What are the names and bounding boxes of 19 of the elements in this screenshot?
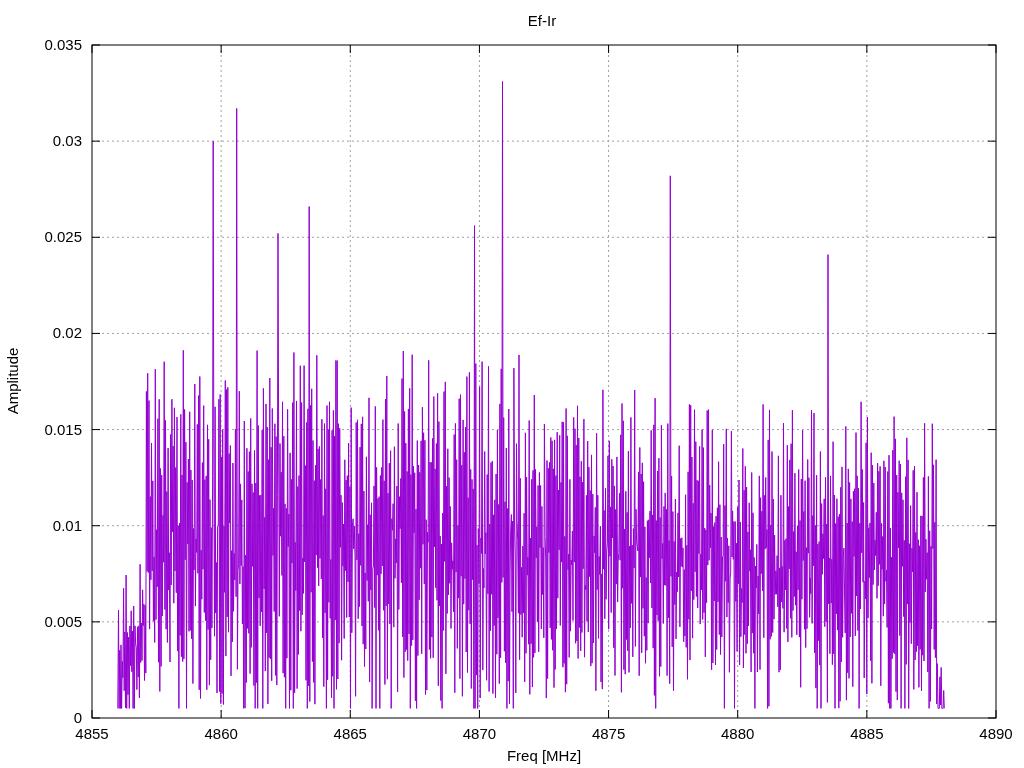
x-tick-label: 4885 [850,725,884,742]
x-tick-label: 4870 [462,725,497,742]
x-tick-label: 4860 [204,725,238,742]
y-tick-label: 0.03 [52,132,82,150]
y-tick-label: 0.015 [44,420,82,438]
chart-title: Ef-Ir [527,12,557,29]
y-tick-label: 0.01 [52,516,82,534]
x-tick-label: 4865 [333,725,367,742]
x-axis-label: Freq [MHz] [506,747,582,764]
y-tick-label: 0.025 [44,228,82,246]
y-tick-label: 0.005 [44,612,82,630]
y-tick-label: 0.02 [52,324,82,342]
y-axis-label: Amplitude [4,347,21,415]
x-tick-label: 4855 [75,725,109,742]
x-tick-label: 4890 [979,725,1013,742]
x-tick-label: 4875 [591,725,626,742]
y-tick-label: 0.035 [44,36,82,53]
x-tick-label: 4880 [721,725,755,742]
y-tick-label: 0 [73,709,82,726]
